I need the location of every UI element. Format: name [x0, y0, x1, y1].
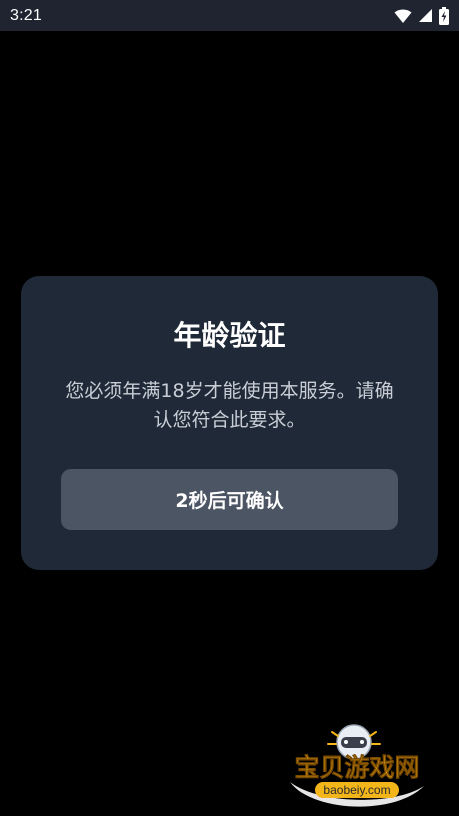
confirm-button[interactable]: 2秒后可确认 [61, 469, 398, 530]
age-verification-dialog: 年龄验证 您必须年满18岁才能使用本服务。请确认您符合此要求。 2秒后可确认 [21, 276, 438, 570]
cellular-signal-icon [418, 8, 433, 23]
status-bar: 3:21 [0, 0, 459, 31]
dialog-message: 您必须年满18岁才能使用本服务。请确认您符合此要求。 [65, 380, 394, 431]
dialog-title: 年龄验证 [173, 319, 286, 352]
svg-text:baobeiy.com: baobeiy.com [323, 783, 390, 797]
status-icons [394, 6, 449, 25]
status-time: 3:21 [10, 6, 42, 24]
watermark-logo: 宝贝游戏网 baobeiy.com [282, 720, 432, 812]
wifi-icon [394, 8, 412, 24]
svg-text:宝贝游戏网: 宝贝游戏网 [294, 753, 419, 782]
battery-charging-icon [439, 6, 449, 25]
